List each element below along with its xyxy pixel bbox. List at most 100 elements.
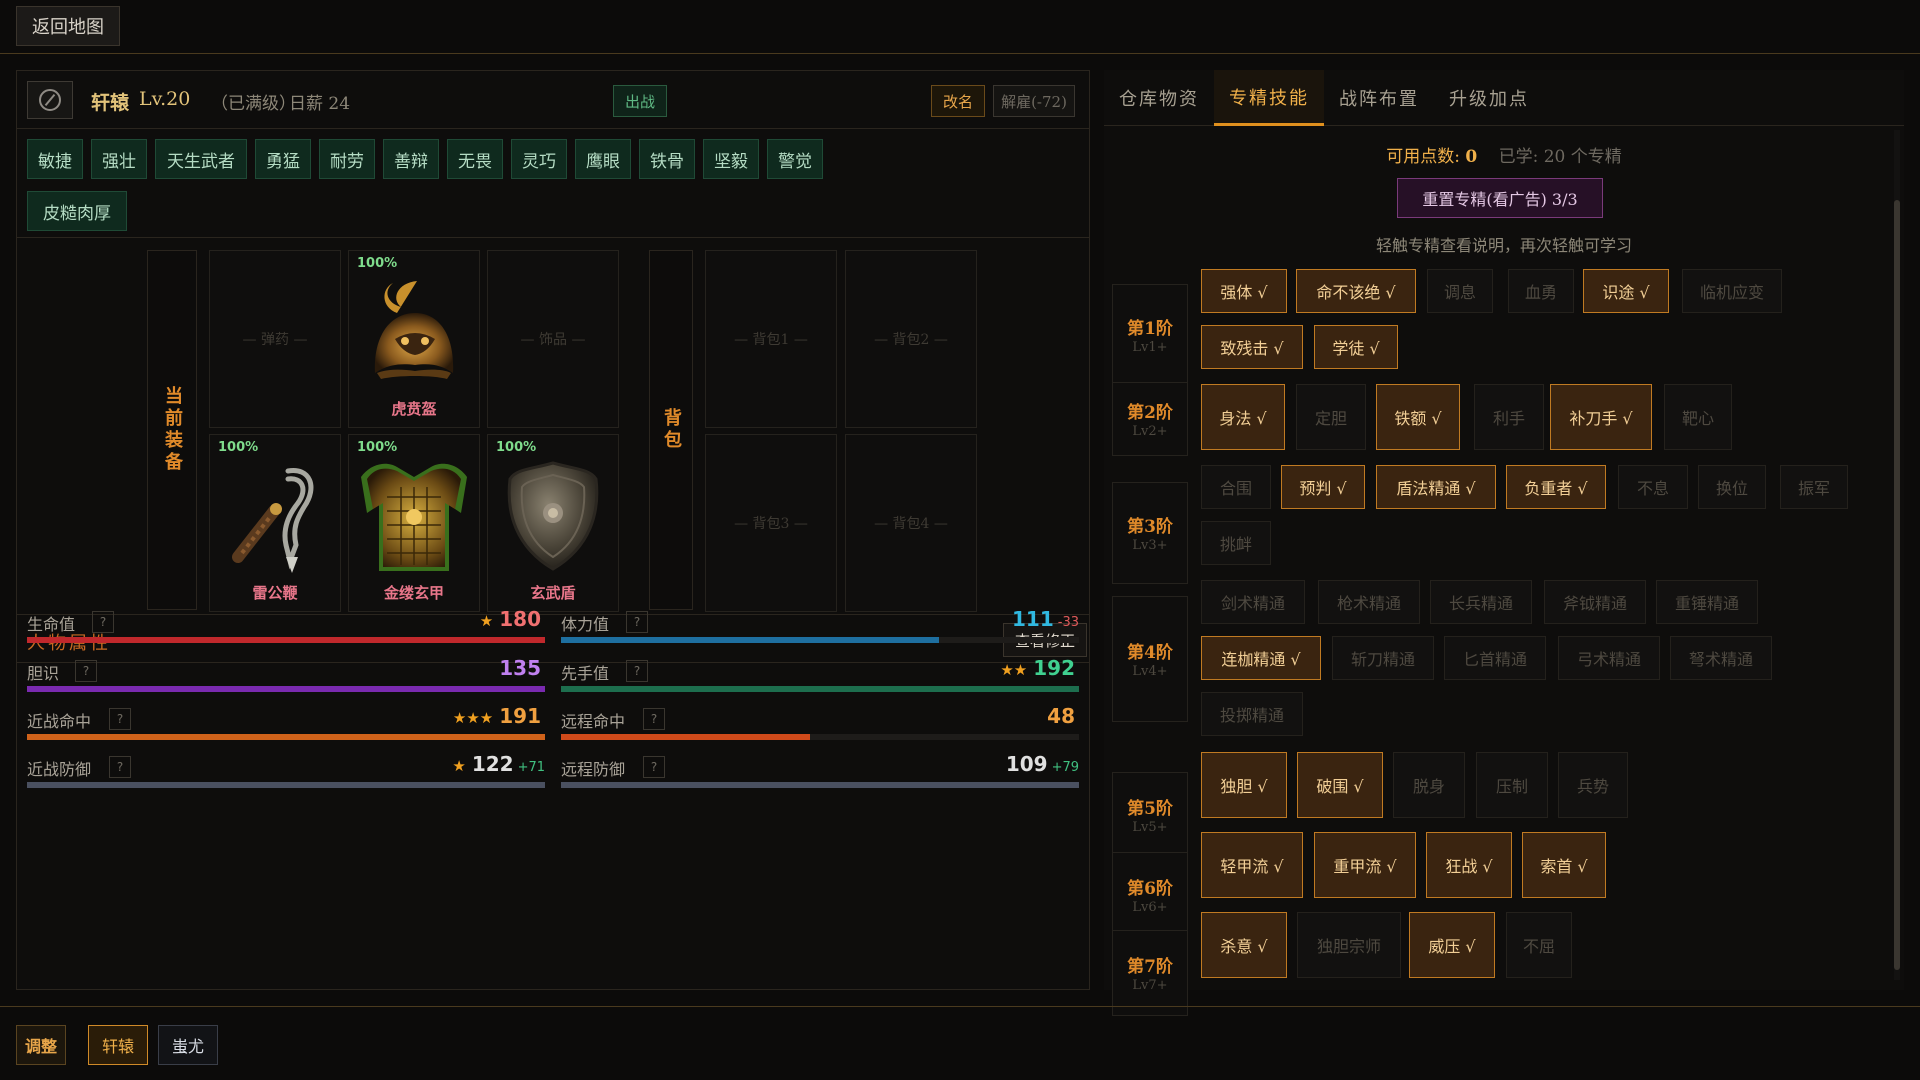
perk-t4-6[interactable]: 斩刀精通 xyxy=(1332,636,1434,680)
trait-tag[interactable]: 灵巧 xyxy=(511,139,567,179)
perk-t6-0[interactable]: 轻甲流 √ xyxy=(1201,832,1303,898)
perk-t3-4[interactable]: 不息 xyxy=(1618,465,1688,509)
tab-storage[interactable]: 仓库物资 xyxy=(1104,70,1214,126)
perk-t5-1[interactable]: 破围 √ xyxy=(1297,752,1383,818)
perk-t1-4[interactable]: 识途 √ xyxy=(1583,269,1669,313)
reset-perks-button[interactable]: 重置专精(看广告) 3/3 xyxy=(1397,178,1603,218)
perk-t1-5[interactable]: 临机应变 xyxy=(1682,269,1782,313)
stat-row: 近战防御? ★ 122 +71 xyxy=(27,750,545,794)
tier-name: 第1阶 xyxy=(1127,319,1173,339)
perk-t2-3[interactable]: 利手 xyxy=(1474,384,1544,450)
backpack-slot-3[interactable]: — 背包3 — xyxy=(705,434,837,612)
perk-t4-3[interactable]: 斧钺精通 xyxy=(1544,580,1646,624)
perk-t4-4[interactable]: 重锤精通 xyxy=(1656,580,1758,624)
perk-t4-2[interactable]: 长兵精通 xyxy=(1430,580,1532,624)
tab-perks[interactable]: 专精技能 xyxy=(1214,70,1324,126)
helmet-slot[interactable]: 100% 虎贲盔 xyxy=(348,250,480,428)
help-icon[interactable]: ? xyxy=(626,660,648,682)
perk-t3-3[interactable]: 负重者 √ xyxy=(1506,465,1606,509)
perk-t6-2[interactable]: 狂战 √ xyxy=(1426,832,1512,898)
backpack-slot-4[interactable]: — 背包4 — xyxy=(845,434,977,612)
perk-t1-2[interactable]: 调息 xyxy=(1427,269,1493,313)
adjust-button[interactable]: 调整 xyxy=(16,1025,66,1065)
available-points-label: 可用点数: xyxy=(1386,147,1466,167)
help-icon[interactable]: ? xyxy=(643,756,665,778)
perk-t2-4[interactable]: 补刀手 √ xyxy=(1550,384,1652,450)
tab-formation[interactable]: 战阵布置 xyxy=(1324,70,1434,126)
accessory-slot[interactable]: — 饰品 — xyxy=(487,250,619,428)
perk-t2-1[interactable]: 定胆 xyxy=(1296,384,1366,450)
trait-tag[interactable]: 天生武者 xyxy=(155,139,247,179)
perk-t2-5[interactable]: 靶心 xyxy=(1664,384,1732,450)
stat-label: 体力值 xyxy=(561,615,610,634)
armor-slot[interactable]: 100% 金缕玄甲 xyxy=(348,434,480,612)
trait-tag[interactable]: 敏捷 xyxy=(27,139,83,179)
perk-t3-6[interactable]: 振军 xyxy=(1780,465,1848,509)
trait-tag[interactable]: 无畏 xyxy=(447,139,503,179)
hero-select-xuanyuan[interactable]: 轩辕 xyxy=(88,1025,148,1065)
trait-tag[interactable]: 强壮 xyxy=(91,139,147,179)
perk-t3-1[interactable]: 预判 √ xyxy=(1281,465,1365,509)
perk-t5-3[interactable]: 压制 xyxy=(1476,752,1548,818)
tab-level-up[interactable]: 升级加点 xyxy=(1434,70,1544,126)
perk-t4-0[interactable]: 剑术精通 xyxy=(1201,580,1305,624)
perk-t5-2[interactable]: 脱身 xyxy=(1393,752,1465,818)
backpack-slot-2[interactable]: — 背包2 — xyxy=(845,250,977,428)
shield-slot[interactable]: 100% 玄武盾 xyxy=(487,434,619,612)
perk-t2-0[interactable]: 身法 √ xyxy=(1201,384,1285,450)
help-icon[interactable]: ? xyxy=(109,708,131,730)
perk-t5-0[interactable]: 独胆 √ xyxy=(1201,752,1287,818)
deploy-button[interactable]: 出战 xyxy=(613,85,667,117)
dismiss-button[interactable]: 解雇(-72) xyxy=(993,85,1075,117)
durability: 100% xyxy=(357,256,398,271)
trait-tag[interactable]: 耐劳 xyxy=(319,139,375,179)
trait-tag[interactable]: 警觉 xyxy=(767,139,823,179)
help-icon[interactable]: ? xyxy=(643,708,665,730)
perk-t3-7[interactable]: 挑衅 xyxy=(1201,521,1271,565)
help-icon[interactable]: ? xyxy=(109,756,131,778)
weapon-name: 雷公鞭 xyxy=(252,584,298,602)
weapon-slot[interactable]: 100% 雷公鞭 xyxy=(209,434,341,612)
trait-tag[interactable]: 善辩 xyxy=(383,139,439,179)
perk-t1-6[interactable]: 致残击 √ xyxy=(1201,325,1303,369)
perk-t4-8[interactable]: 弓术精通 xyxy=(1558,636,1660,680)
perk-t4-9[interactable]: 弩术精通 xyxy=(1670,636,1772,680)
perk-t1-1[interactable]: 命不该绝 √ xyxy=(1296,269,1416,313)
perk-t7-3[interactable]: 不屈 xyxy=(1506,912,1572,978)
stat-bar xyxy=(561,686,1079,692)
perk-t4-1[interactable]: 枪术精通 xyxy=(1318,580,1420,624)
perk-t6-1[interactable]: 重甲流 √ xyxy=(1314,832,1416,898)
perk-t4-5[interactable]: 连枷精通 √ xyxy=(1201,636,1321,680)
trait-tag[interactable]: 鹰眼 xyxy=(575,139,631,179)
perk-t7-1[interactable]: 独胆宗师 xyxy=(1297,912,1401,978)
help-icon[interactable]: ? xyxy=(92,611,114,633)
perk-t5-4[interactable]: 兵势 xyxy=(1558,752,1628,818)
trait-tag[interactable]: 铁骨 xyxy=(639,139,695,179)
hero-max-note: （已满级） xyxy=(211,94,296,114)
perk-t7-0[interactable]: 杀意 √ xyxy=(1201,912,1287,978)
perk-t1-7[interactable]: 学徒 √ xyxy=(1314,325,1398,369)
hero-menu-icon[interactable] xyxy=(27,81,73,119)
perk-t7-2[interactable]: 威压 √ xyxy=(1409,912,1495,978)
hero-select-chiyou[interactable]: 蚩尤 xyxy=(158,1025,218,1065)
perks-panel: 仓库物资 专精技能 战阵布置 升级加点 可用点数: 0 已学: 20 个专精 重… xyxy=(1104,70,1904,1016)
backpack-slot-1[interactable]: — 背包1 — xyxy=(705,250,837,428)
help-icon[interactable]: ? xyxy=(626,611,648,633)
perk-t6-3[interactable]: 索首 √ xyxy=(1522,832,1606,898)
perk-t1-3[interactable]: 血勇 xyxy=(1508,269,1574,313)
perk-t3-0[interactable]: 合围 xyxy=(1201,465,1271,509)
help-icon[interactable]: ? xyxy=(75,660,97,682)
rename-button[interactable]: 改名 xyxy=(931,85,985,117)
perk-t2-2[interactable]: 铁额 √ xyxy=(1376,384,1460,450)
scrollbar-thumb[interactable] xyxy=(1894,200,1900,970)
trait-tag[interactable]: 坚毅 xyxy=(703,139,759,179)
perk-t1-0[interactable]: 强体 √ xyxy=(1201,269,1287,313)
perk-t3-5[interactable]: 换位 xyxy=(1698,465,1766,509)
trait-tag[interactable]: 皮糙肉厚 xyxy=(27,191,127,231)
ammo-slot[interactable]: — 弹药 — xyxy=(209,250,341,428)
trait-tag[interactable]: 勇猛 xyxy=(255,139,311,179)
back-to-map-button[interactable]: 返回地图 xyxy=(16,6,120,46)
perk-t3-2[interactable]: 盾法精通 √ xyxy=(1376,465,1496,509)
perk-t4-7[interactable]: 匕首精通 xyxy=(1444,636,1546,680)
perk-t4-10[interactable]: 投掷精通 xyxy=(1201,692,1303,736)
